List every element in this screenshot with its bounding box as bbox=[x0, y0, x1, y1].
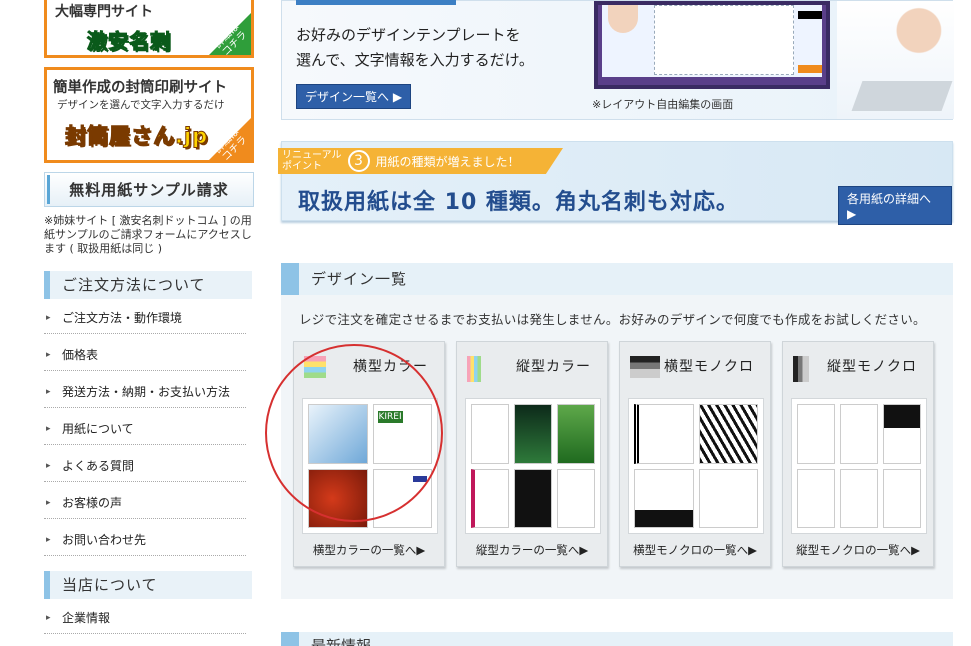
menu-item-customer-voices[interactable]: お客様の声 bbox=[44, 482, 246, 524]
thumbnail[interactable] bbox=[840, 404, 878, 464]
renewal-point-label: リニューアル ポイント bbox=[282, 150, 342, 172]
thumbnail[interactable] bbox=[698, 468, 758, 528]
design-list-button[interactable]: デザイン一覧へ ▶ bbox=[296, 84, 412, 109]
news-heading: 最新情報 bbox=[281, 632, 953, 646]
banner2-badge: 詳細はコチラ bbox=[209, 116, 251, 160]
sample-note: ※姉妹サイト [ 激安名刺ドットコム ] の用紙サンプルのご請求フォームにアクセ… bbox=[44, 214, 252, 255]
card-title: 横型カラー bbox=[353, 359, 428, 375]
banner-gekiyasu-meishi[interactable]: 大幅専門サイト 激安名刺 詳細はコチラ bbox=[44, 0, 254, 58]
thumbnail[interactable] bbox=[797, 468, 835, 528]
thumbnail[interactable]: KIREI bbox=[372, 404, 432, 464]
order-menu: ご注文方法・動作環境 価格表 発送方法・納期・お支払い方法 用紙について よくあ… bbox=[44, 297, 246, 561]
hero-caption: ※レイアウト自由編集の画面 bbox=[592, 98, 734, 111]
design-heading: デザイン一覧 bbox=[281, 263, 953, 295]
banner2-subtitle: デザインを選んで文字入力するだけ bbox=[57, 99, 225, 111]
about-store-heading: 当店について bbox=[44, 571, 252, 599]
thumbnails[interactable] bbox=[628, 398, 764, 534]
banner-futoya[interactable]: 簡単作成の封筒印刷サイト デザインを選んで文字入力するだけ 封筒屋さん.jp 詳… bbox=[44, 67, 254, 163]
hero-line-2: 選んで、文字情報を入力するだけ。 bbox=[296, 51, 534, 69]
thumbnail[interactable] bbox=[883, 404, 921, 464]
card-title: 縦型モノクロ bbox=[827, 359, 917, 375]
menu-item-faq[interactable]: よくある質問 bbox=[44, 445, 246, 487]
thumbnails[interactable]: KIREI bbox=[302, 398, 438, 534]
editor-monitor-image bbox=[594, 1, 830, 89]
paper-details-button[interactable]: 各用紙の詳細へ ▶ bbox=[838, 186, 952, 225]
banner1-logo: 激安名刺 bbox=[87, 29, 171, 54]
thumbnails[interactable] bbox=[791, 398, 927, 534]
thumbnails[interactable] bbox=[465, 398, 601, 534]
vertical-mono-link[interactable]: 縦型モノクロの一覧へ▶ bbox=[783, 542, 933, 558]
menu-item-price-list[interactable]: 価格表 bbox=[44, 334, 246, 376]
renewal-label: 用紙の種類が増えました！ bbox=[375, 154, 520, 169]
hero-line-1: お好みのデザインテンプレートを bbox=[296, 26, 521, 44]
thumbnail[interactable] bbox=[471, 468, 509, 528]
thumbnail[interactable] bbox=[471, 404, 509, 464]
banner1-badge: 詳細はコチラ bbox=[209, 11, 251, 55]
horizontal-color-link[interactable]: 横型カラーの一覧へ▶ bbox=[294, 542, 444, 558]
renewal-tag: リニューアル ポイント 3 用紙の種類が増えました！ bbox=[278, 148, 563, 174]
menu-item-order-method[interactable]: ご注文方法・動作環境 bbox=[44, 297, 246, 339]
hero-person-image bbox=[837, 1, 954, 119]
banner1-title: 大幅専門サイト bbox=[55, 4, 153, 20]
menu-item-paper[interactable]: 用紙について bbox=[44, 408, 246, 450]
renewal-number: 3 bbox=[347, 150, 370, 172]
thumbnail[interactable] bbox=[797, 404, 835, 464]
hero-title-strip bbox=[296, 0, 456, 5]
menu-item-shipping-payment[interactable]: 発送方法・納期・お支払い方法 bbox=[44, 371, 246, 413]
thumbnail[interactable] bbox=[557, 404, 595, 464]
thumbnail[interactable] bbox=[883, 468, 921, 528]
banner2-logo: 封筒屋さん.jp bbox=[64, 124, 209, 149]
renewal-headline: 取扱用紙は全 10 種類。角丸名刺も対応。 bbox=[298, 190, 739, 215]
free-sample-request-button[interactable]: 無料用紙サンプル請求 bbox=[44, 172, 254, 207]
menu-item-contact[interactable]: お問い合わせ先 bbox=[44, 519, 246, 561]
card-vertical-color[interactable]: 縦型カラー 縦型カラーの一覧へ▶ bbox=[456, 341, 608, 567]
design-section: デザイン一覧 レジで注文を確定させるまでお支払いは発生しません。お好みのデザイン… bbox=[281, 263, 953, 599]
banner2-title: 簡単作成の封筒印刷サイト bbox=[53, 80, 227, 96]
card-vertical-mono[interactable]: 縦型モノクロ 縦型モノクロの一覧へ▶ bbox=[782, 341, 934, 567]
hero-banner: お好みのデザインテンプレートを 選んで、文字情報を入力するだけ。 デザイン一覧へ… bbox=[281, 0, 954, 120]
card-title: 縦型カラー bbox=[516, 359, 591, 375]
design-note: レジで注文を確定させるまでお支払いは発生しません。お好みのデザインで何度でも作成… bbox=[299, 312, 926, 327]
thumbnail[interactable] bbox=[308, 468, 368, 528]
order-method-heading: ご注文方法について bbox=[44, 271, 252, 299]
store-menu: 企業情報 bbox=[44, 597, 246, 639]
thumbnail[interactable] bbox=[634, 468, 694, 528]
thumbnail[interactable] bbox=[840, 468, 878, 528]
horizontal-mono-link[interactable]: 横型モノクロの一覧へ▶ bbox=[620, 542, 770, 558]
menu-item-company-info[interactable]: 企業情報 bbox=[44, 597, 246, 639]
vertical-color-link[interactable]: 縦型カラーの一覧へ▶ bbox=[457, 542, 607, 558]
thumbnail[interactable] bbox=[514, 404, 552, 464]
thumbnail[interactable] bbox=[514, 468, 552, 528]
thumbnail[interactable] bbox=[698, 404, 758, 464]
card-title: 横型モノクロ bbox=[664, 359, 754, 375]
thumbnail[interactable] bbox=[557, 468, 595, 528]
card-horizontal-color[interactable]: 横型カラー KIREI 横型カラーの一覧へ▶ bbox=[293, 341, 445, 567]
thumbnail[interactable] bbox=[308, 404, 368, 464]
thumbnail[interactable] bbox=[372, 468, 432, 528]
thumbnail[interactable] bbox=[634, 404, 694, 464]
hero-text: お好みのデザインテンプレートを 選んで、文字情報を入力するだけ。 bbox=[296, 23, 534, 73]
renewal-banner: リニューアル ポイント 3 用紙の種類が増えました！ 取扱用紙は全 10 種類。… bbox=[278, 141, 953, 225]
page: 大幅専門サイト 激安名刺 詳細はコチラ 簡単作成の封筒印刷サイト デザインを選ん… bbox=[0, 0, 971, 646]
card-horizontal-mono[interactable]: 横型モノクロ 横型モノクロの一覧へ▶ bbox=[619, 341, 771, 567]
